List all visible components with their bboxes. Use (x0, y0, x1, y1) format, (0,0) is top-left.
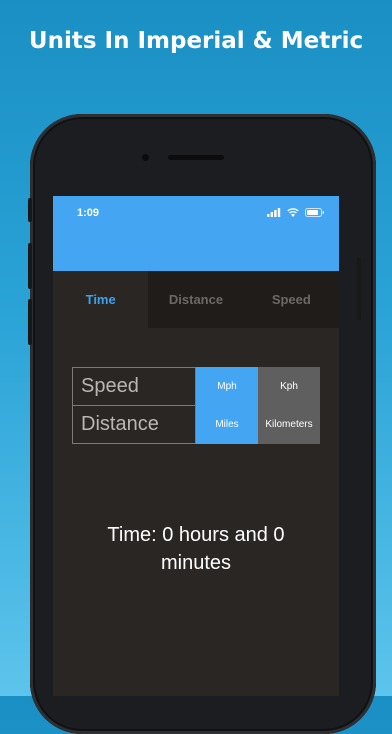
speed-label: Speed (72, 367, 196, 406)
status-icons (267, 208, 325, 217)
phone-power-button (357, 258, 361, 320)
tab-speed[interactable]: Speed (243, 271, 339, 328)
phone-mute-switch (28, 198, 32, 222)
miles-button[interactable]: Miles (196, 405, 258, 444)
time-result-line-2: minutes (160, 552, 232, 574)
phone-volume-down (28, 299, 32, 345)
tab-bar: Time Distance Speed (53, 271, 339, 328)
tab-distance[interactable]: Distance (148, 271, 244, 328)
promo-headline: Units In Imperial & Metric (28, 28, 364, 54)
tab-time[interactable]: Time (53, 271, 149, 328)
kph-button[interactable]: Kph (258, 367, 320, 405)
front-camera-icon (142, 154, 149, 161)
wifi-icon (287, 208, 299, 217)
status-time: 1:09 (77, 207, 100, 219)
time-result: Time: 0 hours and 0 minutes (53, 521, 339, 577)
mph-button[interactable]: Mph (196, 367, 258, 405)
distance-label: Distance (72, 405, 196, 444)
signal-icon (267, 208, 281, 217)
battery-icon (305, 208, 324, 217)
app-screen: 1:09 Time Distance Speed Speed Distance … (53, 196, 339, 696)
kilometers-button[interactable]: Kilometers (258, 405, 320, 444)
earpiece-speaker (168, 155, 224, 160)
status-bar: 1:09 (53, 196, 339, 271)
time-result-line-1: Time: 0 hours and 0 (107, 524, 285, 546)
phone-volume-up (28, 243, 32, 289)
